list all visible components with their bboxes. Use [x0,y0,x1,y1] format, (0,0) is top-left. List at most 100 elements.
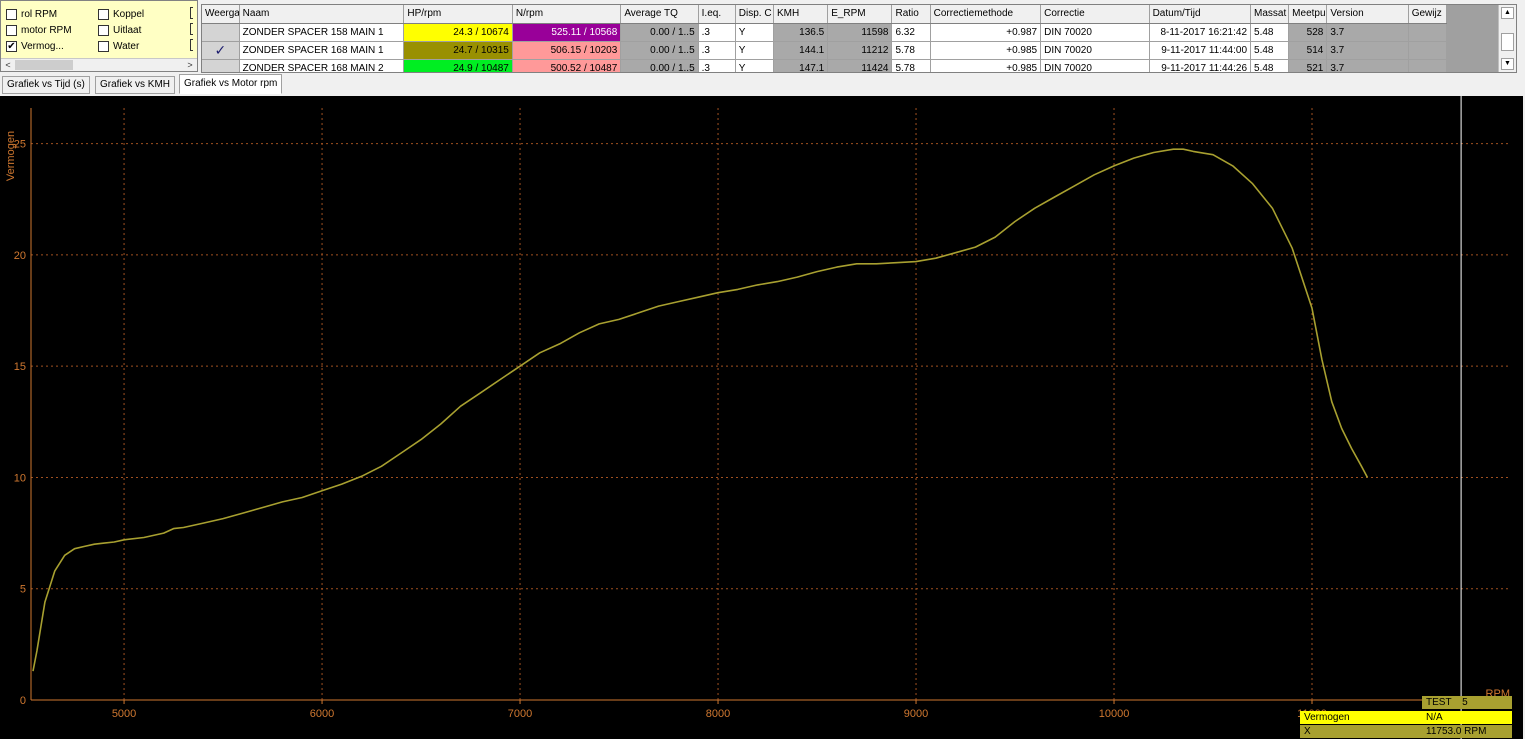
runs-table[interactable]: Weerga Naam HP/rpm N/rpm Average TQ I.eq… [201,4,1517,73]
meetpunten-cell: 521 [1288,59,1328,72]
ratio-cell[interactable]: 6.32 [891,23,931,42]
chart-canvas[interactable]: 5000600070008000900010000110000510152025… [0,96,1523,739]
option-label: motor RPM [21,25,72,36]
x-tick-label: 8000 [706,708,730,720]
hp-rpm-cell[interactable]: 24.7 / 10315 [403,41,513,60]
n-rpm-cell[interactable]: 525.11 / 10568 [512,23,622,42]
tab-grafiek-vs-motor-rpm[interactable]: Grafiek vs Motor rpm [179,74,283,94]
run-name-cell[interactable]: ZONDER SPACER 158 MAIN 1 [239,23,405,42]
checkbox-koppel[interactable] [98,9,109,20]
column-header-kmh[interactable]: KMH [773,5,829,24]
e-rpm-cell: 11424 [827,59,893,72]
table-row[interactable]: ZONDER SPACER 158 MAIN 1 24.3 / 10674 52… [202,23,1448,42]
column-header-average-tq[interactable]: Average TQ [620,5,699,24]
column-header-correctie[interactable]: Correctie [1040,5,1150,24]
ieq-cell[interactable]: .3 [698,59,736,72]
option-label: Koppel [113,9,145,20]
disp-cell[interactable]: Y [735,59,774,72]
x-tick-label: 5000 [112,708,136,720]
channel-options-panel: rol RPM Koppel motor RPM Uitlaat ✔ Vermo… [0,0,198,72]
ieq-cell[interactable]: .3 [698,41,736,60]
column-header-meetpunten[interactable]: Meetpu [1288,5,1328,24]
checkbox-water[interactable] [98,41,109,52]
scrollbar-thumb[interactable] [1501,33,1514,51]
column-header-e-rpm[interactable]: E_RPM [827,5,893,24]
column-header-version[interactable]: Version [1326,5,1409,24]
disp-cell[interactable]: Y [735,23,774,42]
x-tick-label: 6000 [310,708,334,720]
option-water[interactable]: Water [98,40,139,53]
column-header-disp[interactable]: Disp. C [735,5,774,24]
column-header-massa[interactable]: Massat [1250,5,1290,24]
column-header-naam[interactable]: Naam [239,5,405,24]
hp-rpm-cell[interactable]: 24.9 / 10487 [403,59,513,72]
column-header-datum-tijd[interactable]: Datum/Tijd [1149,5,1252,24]
ratio-cell[interactable]: 5.78 [891,41,931,60]
run-name-cell[interactable]: ZONDER SPACER 168 MAIN 1 [239,41,405,60]
version-cell: 3.7 [1326,59,1409,72]
tab-grafiek-vs-kmh[interactable]: Grafiek vs KMH [95,76,176,94]
gewijzigd-cell [1408,23,1448,42]
clipped-option-indicator [190,23,193,35]
option-rol-rpm[interactable]: rol RPM [6,8,57,21]
correctie-cell[interactable]: DIN 70020 [1040,23,1150,42]
y-tick-label: 15 [14,361,26,373]
column-header-correctiemethode[interactable]: Correctiemethode [930,5,1042,24]
kmh-cell: 144.1 [773,41,829,60]
y-tick-label: 5 [20,584,26,596]
column-header-weergave[interactable]: Weerga [202,5,240,24]
datum-tijd-cell: 9-11-2017 11:44:00 [1149,41,1252,60]
checkbox-rol-rpm[interactable] [6,9,17,20]
run-name-cell[interactable]: ZONDER SPACER 168 MAIN 2 [239,59,405,72]
column-header-n-rpm[interactable]: N/rpm [512,5,622,24]
checkbox-vermogen[interactable]: ✔ [6,41,17,52]
column-header-hp-rpm[interactable]: HP/rpm [403,5,513,24]
readout-label: X [1300,725,1422,738]
ratio-cell[interactable]: 5.78 [891,59,931,72]
n-rpm-cell[interactable]: 506.15 / 10203 [512,41,622,60]
disp-cell[interactable]: Y [735,41,774,60]
n-rpm-cell[interactable]: 500.52 / 10487 [512,59,622,72]
show-run-toggle[interactable]: ✓ [202,41,240,60]
scrollbar-thumb[interactable] [15,60,73,70]
hp-rpm-cell[interactable]: 24.3 / 10674 [403,23,513,42]
scroll-right-icon[interactable]: > [183,59,197,71]
column-header-ratio[interactable]: Ratio [891,5,931,24]
column-header-gewijzigd[interactable]: Gewijz [1408,5,1448,24]
scroll-down-icon[interactable]: ▼ [1501,58,1514,70]
massa-cell[interactable]: 5.48 [1250,41,1290,60]
graph-tabs: Grafiek vs Tijd (s) Grafiek vs KMH Grafi… [0,74,600,94]
table-row[interactable]: ✓ ZONDER SPACER 168 MAIN 1 24.7 / 10315 … [202,41,1448,60]
massa-cell[interactable]: 5.48 [1250,23,1290,42]
ieq-cell[interactable]: .3 [698,23,736,42]
correctiemethode-cell[interactable]: +0.987 [930,23,1042,42]
show-run-toggle[interactable] [202,23,240,42]
tab-grafiek-vs-tijd[interactable]: Grafiek vs Tijd (s) [2,76,90,94]
table-row[interactable]: ZONDER SPACER 168 MAIN 2 24.9 / 10487 50… [202,59,1448,72]
correctiemethode-cell[interactable]: +0.985 [930,41,1042,60]
option-vermogen[interactable]: ✔ Vermog... [6,40,64,53]
version-cell: 3.7 [1326,41,1409,60]
y-axis-label: Vermogen [5,131,17,181]
column-header-ieq[interactable]: I.eq. [698,5,736,24]
option-uitlaat[interactable]: Uitlaat [98,24,141,37]
option-koppel[interactable]: Koppel [98,8,144,21]
scroll-left-icon[interactable]: < [1,59,15,71]
correctiemethode-cell[interactable]: +0.985 [930,59,1042,72]
correctie-cell[interactable]: DIN 70020 [1040,41,1150,60]
readout-test-header: TEST 5 [1422,696,1512,709]
checkbox-motor-rpm[interactable] [6,25,17,36]
options-horizontal-scrollbar[interactable]: < > [1,58,197,71]
option-label: rol RPM [21,9,58,20]
x-tick-label: 9000 [904,708,928,720]
power-vs-rpm-chart[interactable]: 5000600070008000900010000110000510152025… [0,96,1523,739]
table-vertical-scrollbar[interactable]: ▲ ▼ [1498,5,1516,72]
option-motor-rpm[interactable]: motor RPM [6,24,72,37]
massa-cell[interactable]: 5.48 [1250,59,1290,72]
scroll-up-icon[interactable]: ▲ [1501,7,1514,19]
show-run-toggle[interactable] [202,59,240,72]
checkbox-uitlaat[interactable] [98,25,109,36]
version-cell: 3.7 [1326,23,1409,42]
correctie-cell[interactable]: DIN 70020 [1040,59,1150,72]
average-tq-cell: 0.00 / 1..5 [620,23,699,42]
